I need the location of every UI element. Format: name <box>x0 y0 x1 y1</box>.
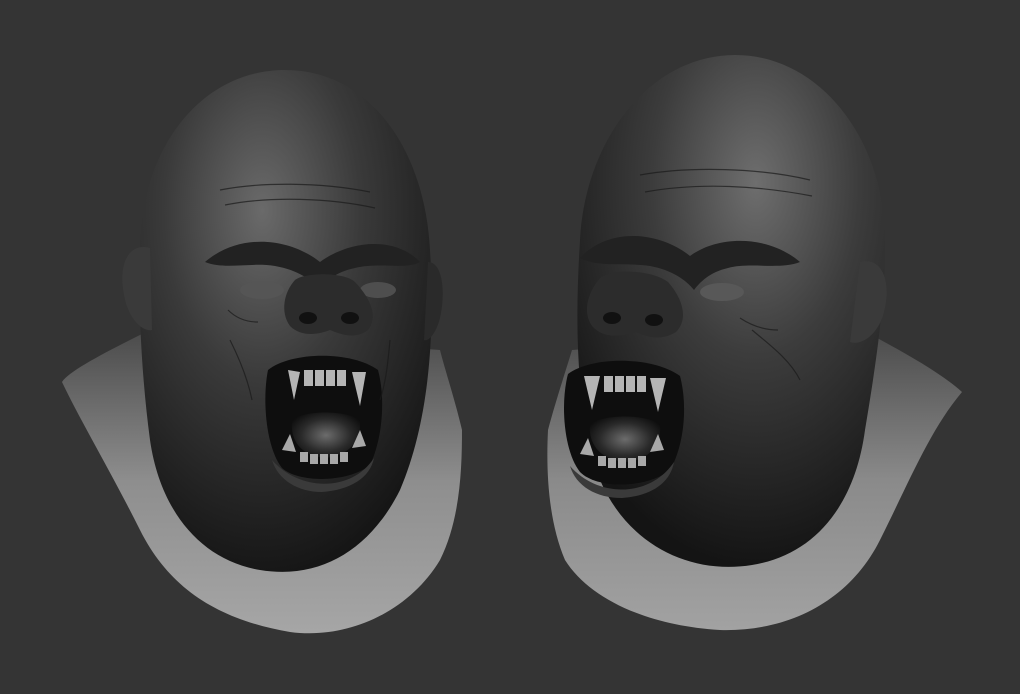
left-ear-left <box>122 247 152 331</box>
right-eye-2 <box>700 283 744 301</box>
right-nostril-2 <box>645 314 663 326</box>
left-eye-1 <box>240 281 284 299</box>
right-head <box>547 55 962 631</box>
left-nostril-1 <box>299 312 317 324</box>
sculpt-render <box>62 55 962 634</box>
left-cranium <box>139 70 432 572</box>
viewport <box>0 0 1020 694</box>
right-nostril-1 <box>603 312 621 324</box>
left-nostril-2 <box>341 312 359 324</box>
left-head <box>62 70 462 634</box>
